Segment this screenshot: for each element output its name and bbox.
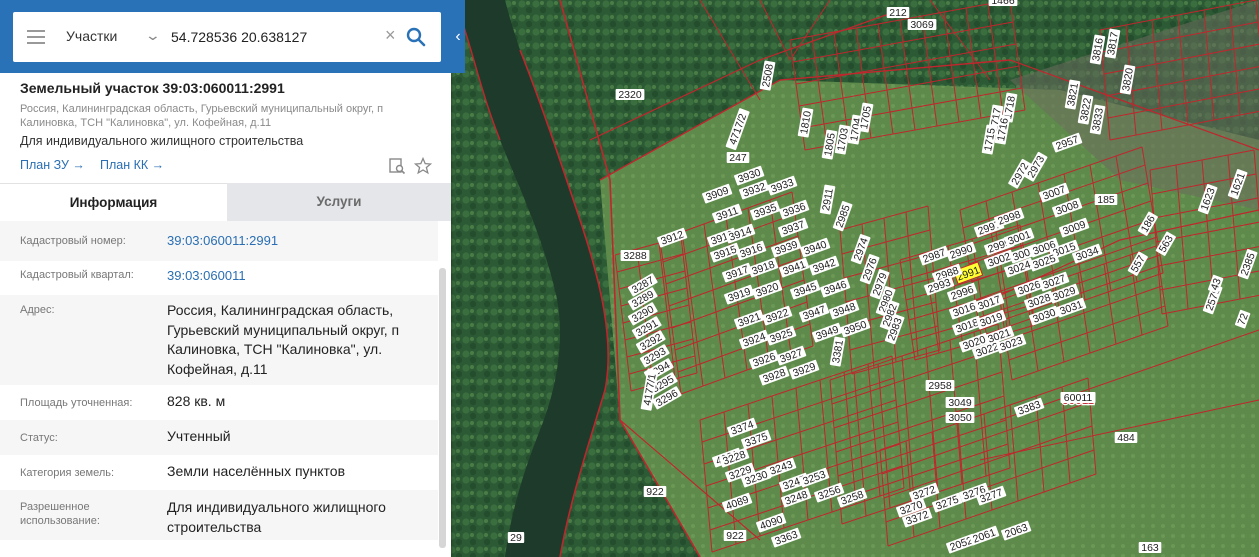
svg-text:922: 922 bbox=[646, 486, 664, 498]
parcel-label: 29 bbox=[507, 532, 525, 544]
cad-quarter-label: Кадастровый квартал: bbox=[20, 269, 134, 281]
svg-text:2320: 2320 bbox=[618, 89, 642, 101]
chevron-down-icon[interactable]: ⌄ bbox=[145, 27, 161, 44]
svg-text:3069: 3069 bbox=[910, 19, 934, 31]
svg-text:922: 922 bbox=[726, 530, 744, 542]
search-input[interactable] bbox=[171, 24, 381, 50]
search-bar: Участки ⌄ × bbox=[0, 0, 451, 73]
svg-text:29: 29 bbox=[510, 532, 522, 544]
parcel-label: 922 bbox=[643, 486, 667, 498]
svg-text:484: 484 bbox=[1117, 432, 1135, 444]
svg-text:3050: 3050 bbox=[948, 412, 972, 424]
svg-text:60011: 60011 bbox=[1064, 392, 1093, 404]
parcel-label: 3288 bbox=[620, 250, 650, 262]
usage-value: Для индивидуального жилищного строительс… bbox=[167, 499, 386, 535]
row-address: Адрес: Россия, Калининградская область, … bbox=[0, 295, 438, 385]
tab-information[interactable]: Информация bbox=[0, 183, 227, 221]
info-panel: Участки ⌄ × Земельный участок 39:03:0600… bbox=[0, 0, 451, 557]
row-category: Категория земель: Земли населённых пункт… bbox=[0, 455, 438, 490]
row-usage: Разрешенное использование: Для индивидуа… bbox=[0, 490, 438, 540]
svg-text:163: 163 bbox=[1141, 542, 1159, 554]
parcel-label: 3069 bbox=[907, 19, 937, 31]
parcel-purpose: Для индивидуального жилищного строительс… bbox=[20, 134, 304, 148]
zoom-document-icon[interactable] bbox=[388, 157, 406, 175]
status-label: Статус: bbox=[20, 432, 58, 444]
parcel-label: 2958 bbox=[925, 380, 955, 392]
category-value: Земли населённых пунктов bbox=[167, 463, 346, 479]
parcel-address-short: Россия, Калининградская область, Гурьевс… bbox=[20, 103, 384, 129]
plan-kk-link[interactable]: План КК → bbox=[100, 158, 164, 172]
collapse-panel-button[interactable]: ‹ bbox=[451, 0, 465, 73]
svg-text:212: 212 bbox=[889, 7, 907, 19]
usage-label: Разрешенное использование: bbox=[20, 501, 100, 527]
search-type-select[interactable]: Участки bbox=[66, 28, 117, 44]
row-cad-number: Кадастровый номер: 39:03:060011:2991 bbox=[0, 221, 438, 261]
close-icon[interactable]: × bbox=[385, 25, 396, 46]
parcel-label: 212 bbox=[886, 7, 910, 19]
category-label: Категория земель: bbox=[20, 467, 115, 479]
row-area: Площадь уточненная: 828 кв. м bbox=[0, 385, 438, 420]
parcel-label: 163 bbox=[1138, 542, 1162, 554]
parcel-label: 2320 bbox=[615, 89, 645, 101]
parcel-label: 185 bbox=[1094, 194, 1118, 206]
svg-text:185: 185 bbox=[1097, 194, 1115, 206]
parcel-label: 247 bbox=[726, 152, 750, 164]
svg-text:1466: 1466 bbox=[991, 0, 1015, 7]
address-label: Адрес: bbox=[20, 304, 55, 316]
parcel-title: Земельный участок 39:03:060011:2991 bbox=[20, 80, 285, 96]
parcel-label: 3050 bbox=[945, 412, 975, 424]
cad-quarter-link[interactable]: 39:03:060011 bbox=[167, 266, 429, 286]
parcel-label: 3049 bbox=[945, 397, 975, 409]
tab-services[interactable]: Услуги bbox=[227, 183, 451, 221]
svg-text:3288: 3288 bbox=[623, 250, 647, 262]
parcel-label: 922 bbox=[723, 530, 747, 542]
plan-zu-link[interactable]: План ЗУ → bbox=[20, 158, 85, 172]
parcel-label: 1466 bbox=[988, 0, 1018, 7]
area-value: 828 кв. м bbox=[167, 393, 226, 409]
parcel-label: 60011 bbox=[1060, 392, 1096, 404]
status-value: Учтенный bbox=[167, 428, 231, 444]
svg-text:3049: 3049 bbox=[948, 397, 972, 409]
row-status: Статус: Учтенный bbox=[0, 420, 438, 455]
menu-icon[interactable] bbox=[27, 30, 45, 44]
row-cad-quarter: Кадастровый квартал: 39:03:060011 bbox=[0, 261, 438, 295]
parcel-label: 484 bbox=[1114, 432, 1138, 444]
star-icon[interactable] bbox=[414, 157, 432, 175]
area-label: Площадь уточненная: bbox=[20, 397, 133, 409]
panel-scrollbar[interactable] bbox=[439, 268, 446, 548]
svg-text:2958: 2958 bbox=[928, 380, 952, 392]
search-box: Участки ⌄ × bbox=[13, 12, 441, 62]
cad-number-link[interactable]: 39:03:060011:2991 bbox=[167, 231, 429, 251]
svg-text:247: 247 bbox=[729, 152, 747, 164]
address-value: Россия, Калининградская область, Гурьевс… bbox=[167, 302, 400, 377]
search-icon[interactable] bbox=[406, 27, 426, 47]
panel-tabs: Информация Услуги bbox=[0, 183, 451, 221]
cad-number-label: Кадастровый номер: bbox=[20, 235, 126, 247]
